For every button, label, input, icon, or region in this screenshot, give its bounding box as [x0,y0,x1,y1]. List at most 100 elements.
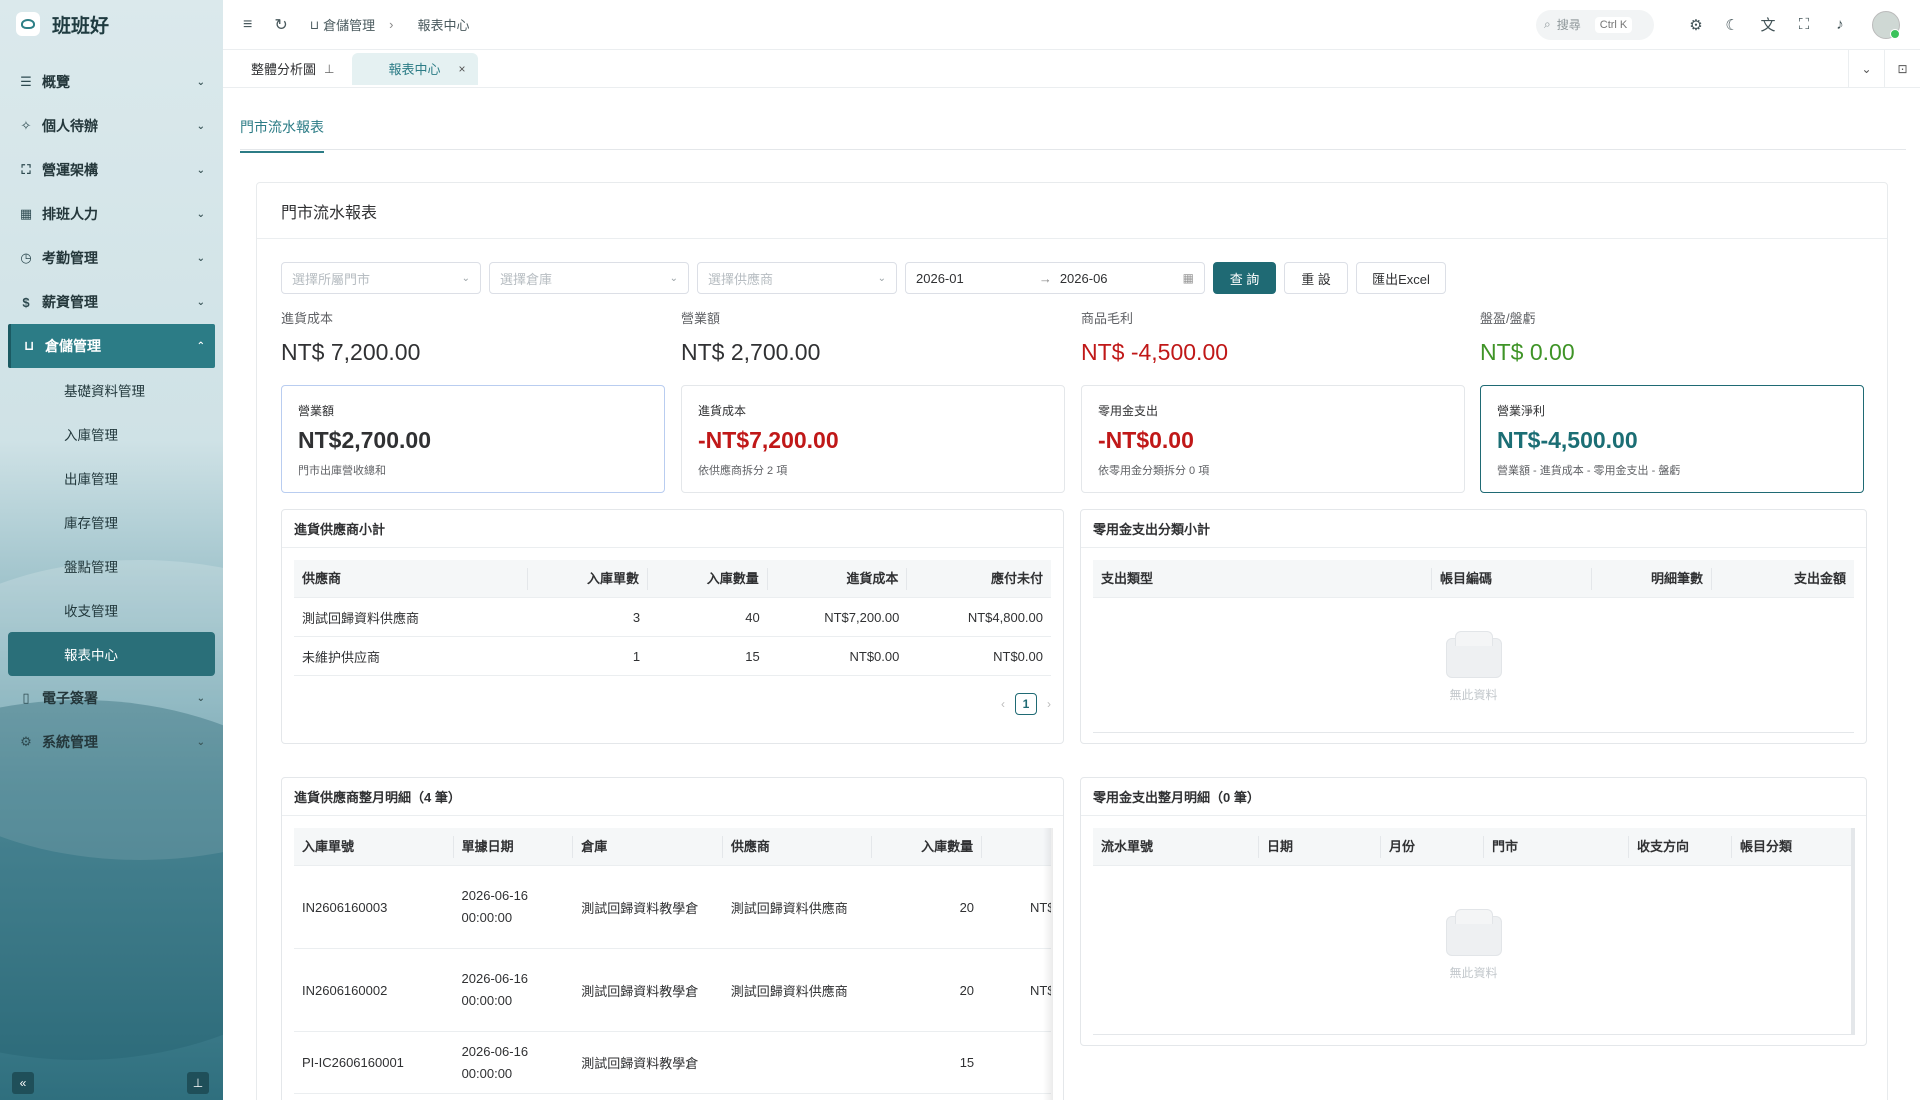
chevron-down-icon: ⌄ [196,692,205,704]
kpi-desc: 門市出庫營收總和 [298,465,386,477]
query-button[interactable]: 查 詢 [1213,262,1276,294]
esign-icon: ▯ [22,690,30,705]
chevron-down-icon: ⌄ [196,164,205,176]
stat-value: NT$ -4,500.00 [1081,339,1229,365]
warehouse-select[interactable]: 選擇倉庫 ⌄ [489,262,689,294]
dark-mode-icon[interactable]: ☾ [1714,16,1750,34]
chevron-up-icon: ⌃ [196,340,205,352]
translate-icon[interactable]: 文 [1750,14,1786,35]
column-header: 入庫單號 [294,835,454,858]
empty-text: 無此資料 [1449,688,1498,702]
kpi-label: 零用金支出 [1098,404,1159,418]
table-row[interactable]: IN2606160003 2026-06-16 00:00:00 測試回歸資料教學… [294,866,1051,949]
store-select[interactable]: 選擇所屬門市 ⌄ [281,262,481,294]
sidebar-subitem[interactable]: 基礎資料管理 [0,368,223,412]
sidebar-subitem[interactable]: 出庫管理 [0,456,223,500]
stat-gross-profit: 商品毛利 NT$ -4,500.00 [1081,308,1441,366]
fullscreen-icon[interactable]: ⛶ [1786,16,1822,33]
tab-overview-chart[interactable]: 整體分析圖 ⊥ [223,53,348,85]
empty-text: 無此資料 [1449,966,1498,980]
breadcrumb-item-report[interactable]: 報表中心 [417,15,469,34]
kpi-net-profit: 營業淨利 NT$-4,500.00 營業額 - 進貨成本 - 零用金支出 - 盤… [1480,385,1864,493]
table-cell: 測試回歸資料教學倉 [581,900,699,916]
column-header: 進貨成本 [768,567,908,590]
system-icon: ⚙ [20,734,32,749]
sidebar-menu: ☰ 概覽 ⌄ ✧ 個人待辦 ⌄ ⛶ 營運架構 ⌄ ▦ 排班人力 ⌄ ◷ 考勤管理 ⌄ $ 薪資管理 ⌄ ⊔ 倉儲管理 ⌃… [0,60,223,764]
supplier-summary-panel: 進貨供應商小計 供應商 入庫單數 入庫數量 進貨成本 應付未付 測試回歸資料供應… [281,509,1064,744]
supplier-select-placeholder: 選擇供應商 [708,271,774,287]
sidebar-item-system[interactable]: ⚙ 系統管理 ⌄ [0,720,223,764]
tab-report-center[interactable]: 報表中心 × [352,52,478,85]
scrollbar[interactable] [1851,828,1855,1035]
sidebar-subitem[interactable]: 盤點管理 [0,544,223,588]
topbar-actions: ⌕ 搜尋 Ctrl K ⚙ ☾ 文 ⛶ ♪ [1536,9,1900,40]
sidebar-item-overview[interactable]: ☰ 概覽 ⌄ [0,60,223,104]
sidebar-item-todo[interactable]: ✧ 個人待辦 ⌄ [0,104,223,148]
arrow-right-icon: → [1038,270,1052,286]
sidebar-item-label: 電子簽署 [42,690,98,706]
tabs-bar: 整體分析圖 ⊥ 報表中心 × ⌄ ⊡ [223,50,1920,88]
sidebar: 班班好 ☰ 概覽 ⌄ ✧ 個人待辦 ⌄ ⛶ 營運架構 ⌄ ▦ 排班人力 ⌄ ◷ 考勤管理 ⌄ $ 薪資管理 ⌄ ⊔ 倉… [0,0,223,1100]
schedule-icon: ▦ [19,206,33,221]
menu-toggle-icon[interactable]: ≡ [243,16,252,34]
app-logo[interactable]: 班班好 [0,0,223,48]
next-page-icon[interactable]: › [1047,697,1051,711]
petty-cash-summary-table: 支出類型 帳目編碼 明細筆數 支出金額 [1093,560,1854,598]
sidebar-subitem[interactable]: 庫存管理 [0,500,223,544]
tab-store-flow[interactable]: 門市流水報表 [240,117,324,153]
time-text: 00:00:00 [461,1065,513,1081]
sidebar-subitem[interactable]: 入庫管理 [0,412,223,456]
collapse-sidebar-icon[interactable]: « [12,1072,34,1094]
kpi-desc: 營業額 - 進貨成本 - 零用金支出 - 盤虧 [1497,465,1681,477]
kpi-value: NT$2,700.00 [298,427,431,453]
stat-purchase-cost: 進貨成本 NT$ 7,200.00 [281,308,641,366]
settings-icon[interactable]: ⚙ [1678,16,1714,34]
bell-icon[interactable]: ♪ [1822,16,1858,33]
table-row[interactable]: 測試回歸資料供應商 3 40 NT$7,200.00 NT$4,800.00 [294,598,1051,637]
pin-icon[interactable]: ⊥ [324,62,334,76]
chevron-down-icon[interactable]: ⌄ [1848,50,1884,87]
sidebar-item-salary[interactable]: $ 薪資管理 ⌄ [0,280,223,324]
sidebar-item-schedule[interactable]: ▦ 排班人力 ⌄ [0,192,223,236]
sidebar-item-label: 系統管理 [42,734,98,750]
sidebar-item-warehouse[interactable]: ⊔ 倉儲管理 ⌃ [8,324,215,368]
table-cell: 測試回歸資料供應商 [730,900,848,916]
supplier-select[interactable]: 選擇供應商 ⌄ [697,262,897,294]
table-row[interactable]: 未維护供应商 1 15 NT$0.00 NT$0.00 [294,637,1051,676]
prev-page-icon[interactable]: ‹ [1001,697,1005,711]
search-input[interactable]: ⌕ 搜尋 Ctrl K [1536,9,1654,40]
sidebar-item-esign[interactable]: ▯ 電子簽署 ⌄ [0,676,223,720]
kpi-label: 進貨成本 [698,404,747,418]
table-cell: NT$0.00 [993,648,1043,664]
sidebar-subitem[interactable]: 收支管理 [0,588,223,632]
column-header: 倉庫 [573,835,723,858]
column-header: 入庫單數 [528,567,649,590]
month-range-picker[interactable]: 2026-01 → 2026-06 ▦ [905,262,1205,294]
pin-icon[interactable]: ⊥ [187,1072,209,1094]
table-cell: PI-IC2606160001 [302,1055,404,1070]
page-number[interactable]: 1 [1015,693,1037,715]
table-cell: 測試回歸資料教學倉 [581,1056,699,1071]
stat-revenue: 營業額 NT$ 2,700.00 [681,308,1041,366]
column-header: 門市 [1484,835,1629,858]
sidebar-item-structure[interactable]: ⛶ 營運架構 ⌄ [0,148,223,192]
sidebar-subitem[interactable]: 報表中心 [8,632,215,676]
column-header: 入庫數量 [648,567,768,590]
stat-label: 盤盈/盤虧 [1480,311,1536,326]
kpi-value: -NT$7,200.00 [698,427,839,453]
sidebar-item-label: 概覽 [42,74,70,90]
table-header: 供應商 入庫單數 入庫數量 進貨成本 應付未付 [294,560,1051,598]
structure-icon: ⛶ [21,162,31,177]
table-row[interactable]: PI-IC2606160001 2026-06-16 00:00:00 測試回歸資… [294,1032,1051,1094]
export-excel-button[interactable]: 匯出Excel [1356,262,1446,294]
reset-button[interactable]: 重 設 [1284,262,1348,294]
column-header: 月份 [1381,835,1484,858]
refresh-icon[interactable]: ↻ [274,15,287,35]
close-icon[interactable]: × [458,62,465,76]
table-row[interactable]: IN2606160002 2026-06-16 00:00:00 測試回歸資料教學… [294,949,1051,1032]
avatar[interactable] [1872,10,1900,39]
chevron-down-icon: ⌄ [196,252,205,264]
sidebar-item-attendance[interactable]: ◷ 考勤管理 ⌄ [0,236,223,280]
breadcrumb-item-warehouse[interactable]: 倉儲管理 [323,15,375,34]
screenshot-icon[interactable]: ⊡ [1884,50,1920,87]
